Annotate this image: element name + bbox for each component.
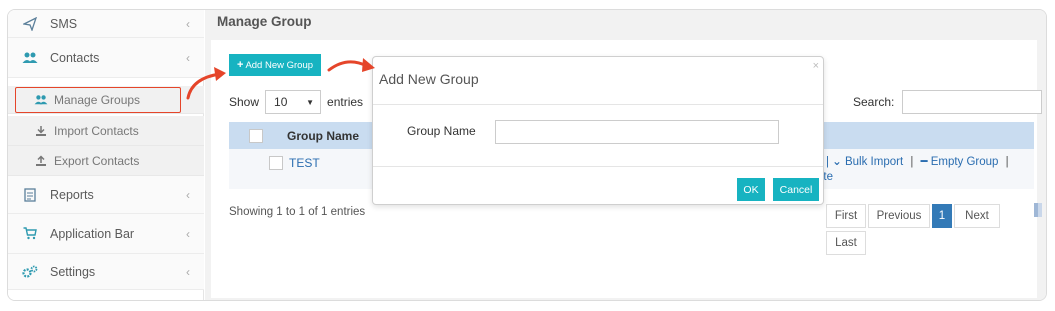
action-separator: | [1005,156,1009,168]
plus-icon: + [237,59,244,71]
sidebar-item-sms[interactable]: SMS ‹ [8,10,204,38]
chevron-left-icon: ‹ [186,264,190,279]
search-input[interactable] [902,90,1043,114]
pagination-next[interactable]: Next [954,204,1000,228]
entries-length-control: Show 10 ▼ entries [229,90,363,114]
group-name-label: Group Name [407,124,476,138]
sidebar-item-label: Reports [50,187,94,202]
pagination-page-1[interactable]: 1 [932,204,952,228]
entries-value: 10 [274,95,288,109]
action-separator: | [910,156,914,168]
pagination-first[interactable]: First [826,204,866,228]
scroll-marker [1034,203,1038,217]
gears-icon [22,264,38,280]
entries-label: entries [327,95,364,109]
close-icon[interactable]: × [813,60,819,72]
document-icon [22,187,38,203]
cancel-button[interactable]: Cancel [773,178,819,201]
modal-title: Add New Group [379,71,479,87]
app-window: SMS ‹ Contacts ‹ Manage Groups Import Co… [7,9,1047,301]
sidebar-item-label: Settings [50,264,96,279]
row-checkbox[interactable] [269,156,283,170]
table-info: Showing 1 to 1 of 1 entries [229,206,366,218]
group-name-link[interactable]: TEST [289,156,320,170]
entries-select[interactable]: 10 ▼ [265,90,322,114]
search-label: Search: [853,95,895,109]
highlight-box [15,87,181,113]
sidebar-item-label: Import Contacts [54,123,139,138]
add-new-group-label: Add New Group [245,59,314,71]
chevron-left-icon: ‹ [186,50,190,65]
chevron-left-icon: ‹ [186,16,190,31]
sidebar-item-import-contacts[interactable]: Import Contacts [8,116,204,146]
sidebar-item-application-bar[interactable]: Application Bar ‹ [8,214,204,254]
chevron-down-icon: ⌄ [832,156,842,168]
sidebar: SMS ‹ Contacts ‹ Manage Groups Import Co… [8,10,204,300]
column-header-group-name[interactable]: Group Name [287,129,359,143]
search-control: Search: [853,90,1043,114]
upload-icon [34,154,48,167]
sidebar-item-settings[interactable]: Settings ‹ [8,254,204,290]
minus-icon: ━ [920,156,928,168]
modal-divider [373,104,823,105]
sidebar-item-label: Contacts [50,50,100,65]
empty-group-link[interactable]: Empty Group [931,156,999,168]
paper-plane-icon [22,16,38,32]
download-icon [34,125,48,137]
modal-divider [373,166,823,167]
group-name-input[interactable] [495,120,779,144]
caret-down-icon: ▼ [306,97,315,107]
annotation-arrow-icon [327,58,375,72]
bulk-import-link[interactable]: Bulk Import [845,156,903,168]
select-all-checkbox[interactable] [249,128,263,143]
sidebar-item-label: SMS [50,16,78,31]
row-actions: k | ⌄ Bulk Import | ━ Empty Group | ete [817,155,1013,185]
page-title: Manage Group [217,14,312,29]
chevron-left-icon: ‹ [186,187,190,202]
sidebar-item-contacts[interactable]: Contacts ‹ [8,38,204,78]
sidebar-item-label: Application Bar [50,226,135,241]
sidebar-item-export-contacts[interactable]: Export Contacts [8,146,204,176]
users-icon [22,50,38,66]
add-group-modal: Add New Group × Group Name OK Cancel [372,56,824,205]
ok-button[interactable]: OK [737,178,765,201]
pagination-last[interactable]: Last [826,231,866,255]
sidebar-item-reports[interactable]: Reports ‹ [8,176,204,214]
sidebar-item-label: Export Contacts [54,153,140,168]
chevron-left-icon: ‹ [186,226,190,241]
annotation-arrow-icon [186,67,226,100]
pagination-previous[interactable]: Previous [868,204,930,228]
cart-icon [22,226,38,242]
add-new-group-button[interactable]: + Add New Group [229,54,322,76]
